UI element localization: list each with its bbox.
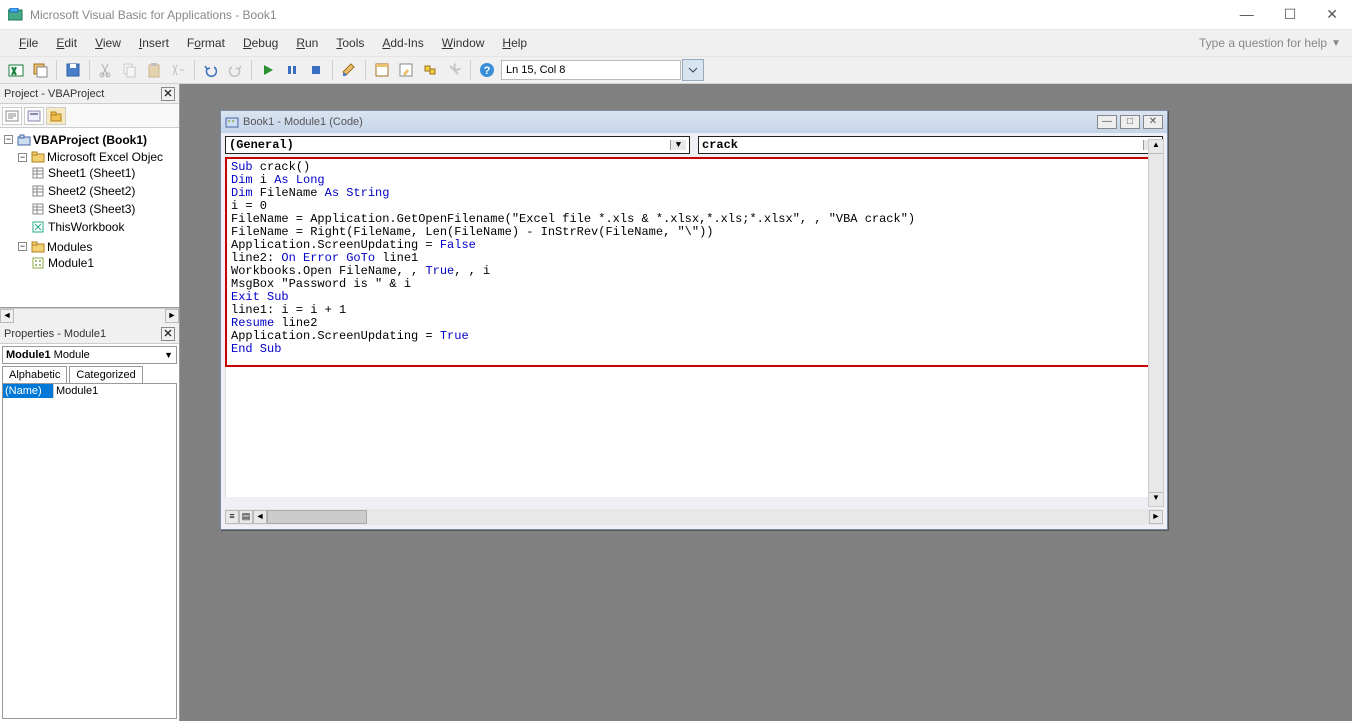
code-window-minimize-icon[interactable]: —	[1097, 115, 1117, 129]
project-pane-close-icon[interactable]: ✕	[161, 87, 175, 101]
tree-sheet1[interactable]: Sheet1 (Sheet1)	[48, 165, 135, 181]
procedure-dropdown[interactable]: crack▼	[698, 136, 1163, 154]
object-dropdown[interactable]: (General)▼	[225, 136, 690, 154]
code-window: Book1 - Module1 (Code) — □ ✕ (General)▼ …	[220, 110, 1168, 530]
standard-toolbar: ? Ln 15, Col 8	[0, 56, 1352, 84]
property-row-name: (Name) Module1	[3, 384, 176, 398]
menu-insert[interactable]: Insert	[130, 33, 178, 53]
project-explorer-icon[interactable]	[371, 59, 393, 81]
help-icon[interactable]: ?	[476, 59, 498, 81]
tree-collapse-icon[interactable]: −	[18, 242, 27, 251]
menu-bar: File Edit View Insert Format Debug Run T…	[0, 30, 1352, 56]
object-browser-icon[interactable]	[419, 59, 441, 81]
view-excel-icon[interactable]	[5, 59, 27, 81]
menu-help[interactable]: Help	[493, 33, 536, 53]
properties-tab-categorized[interactable]: Categorized	[69, 366, 142, 383]
properties-pane: Module1 Module▼ /* fix bold on Module1 o…	[0, 344, 179, 721]
paste-icon[interactable]	[143, 59, 165, 81]
property-name-key: (Name)	[3, 384, 53, 398]
toolbox-icon[interactable]	[443, 59, 465, 81]
tree-sheet3[interactable]: Sheet3 (Sheet3)	[48, 201, 135, 217]
project-pane-title: Project - VBAProject	[4, 88, 104, 100]
left-docked-panes: Project - VBAProject ✕ −VBAProject (Book…	[0, 84, 180, 721]
mdi-client-area: Book1 - Module1 (Code) — □ ✕ (General)▼ …	[180, 84, 1352, 721]
project-root[interactable]: VBAProject (Book1)	[33, 132, 147, 148]
properties-pane-header: Properties - Module1 ✕	[0, 324, 179, 344]
close-button[interactable]: ✕	[1320, 4, 1344, 25]
save-icon[interactable]	[62, 59, 84, 81]
excel-objects-folder[interactable]: Microsoft Excel Objec	[47, 149, 163, 165]
menu-file[interactable]: File	[10, 33, 47, 53]
sheet-icon	[32, 167, 46, 179]
menu-view[interactable]: View	[86, 33, 130, 53]
view-code-icon[interactable]	[2, 107, 22, 125]
code-hscrollbar[interactable]: ≡ ▤ ◄►	[225, 509, 1163, 525]
properties-tab-alphabetic[interactable]: Alphabetic	[2, 366, 67, 383]
properties-pane-title: Properties - Module1	[4, 328, 106, 340]
menu-window[interactable]: Window	[433, 33, 494, 53]
folder-icon	[31, 151, 45, 163]
property-name-value[interactable]: Module1	[53, 384, 176, 398]
position-dropdown-icon[interactable]	[682, 59, 704, 81]
code-window-maximize-icon[interactable]: □	[1120, 115, 1140, 129]
reset-icon[interactable]	[305, 59, 327, 81]
redo-icon[interactable]	[224, 59, 246, 81]
code-window-title: Book1 - Module1 (Code)	[243, 116, 363, 128]
sheet-icon	[32, 203, 46, 215]
window-title: Microsoft Visual Basic for Applications …	[30, 8, 1234, 22]
folder-icon	[31, 241, 45, 253]
tree-thisworkbook[interactable]: ThisWorkbook	[48, 219, 124, 235]
menu-debug[interactable]: Debug	[234, 33, 287, 53]
menu-tools[interactable]: Tools	[327, 33, 373, 53]
code-window-close-icon[interactable]: ✕	[1143, 115, 1163, 129]
view-procedure-icon[interactable]: ≡	[225, 510, 239, 524]
tree-sheet2[interactable]: Sheet2 (Sheet2)	[48, 183, 135, 199]
minimize-button[interactable]: —	[1234, 4, 1260, 25]
insert-userform-icon[interactable]	[29, 59, 51, 81]
project-tree-hscroll[interactable]: ◄►	[0, 308, 179, 324]
break-icon[interactable]	[281, 59, 303, 81]
app-icon	[8, 8, 24, 22]
toggle-folders-icon[interactable]	[46, 107, 66, 125]
code-editor-empty-area[interactable]	[225, 367, 1163, 497]
undo-icon[interactable]	[200, 59, 222, 81]
view-object-icon[interactable]	[24, 107, 44, 125]
cut-icon[interactable]	[95, 59, 117, 81]
copy-icon[interactable]	[119, 59, 141, 81]
vba-project-icon	[17, 134, 31, 146]
run-icon[interactable]	[257, 59, 279, 81]
svg-text:?: ?	[484, 65, 491, 77]
tree-collapse-icon[interactable]: −	[18, 153, 27, 162]
properties-window-icon[interactable]	[395, 59, 417, 81]
find-icon[interactable]	[167, 59, 189, 81]
code-window-icon	[225, 115, 239, 129]
project-pane-header: Project - VBAProject ✕	[0, 84, 179, 104]
workbook-icon	[32, 221, 46, 233]
sheet-icon	[32, 185, 46, 197]
tree-module1[interactable]: Module1	[48, 255, 94, 271]
menu-run[interactable]: Run	[287, 33, 327, 53]
properties-pane-close-icon[interactable]: ✕	[161, 327, 175, 341]
maximize-button[interactable]: ☐	[1278, 4, 1303, 25]
menu-edit[interactable]: Edit	[47, 33, 86, 53]
title-bar: Microsoft Visual Basic for Applications …	[0, 0, 1352, 30]
view-full-module-icon[interactable]: ▤	[239, 510, 253, 524]
code-editor[interactable]: Sub crack() Dim i As Long Dim FileName A…	[225, 157, 1163, 367]
properties-grid[interactable]: (Name) Module1	[2, 383, 177, 719]
modules-folder[interactable]: Modules	[47, 239, 92, 255]
menu-addins[interactable]: Add-Ins	[373, 33, 432, 53]
position-indicator: Ln 15, Col 8	[501, 60, 681, 80]
help-search-box[interactable]: Type a question for help▼	[1192, 33, 1348, 53]
tree-collapse-icon[interactable]: −	[4, 135, 13, 144]
code-vscrollbar[interactable]: ▲▼	[1148, 139, 1164, 507]
design-mode-icon[interactable]	[338, 59, 360, 81]
properties-object-selector[interactable]: Module1 Module▼	[2, 346, 177, 364]
project-tree[interactable]: −VBAProject (Book1) −Microsoft Excel Obj…	[0, 128, 179, 308]
project-pane-toolbar	[0, 104, 179, 128]
code-window-titlebar[interactable]: Book1 - Module1 (Code) — □ ✕	[221, 111, 1167, 133]
menu-format[interactable]: Format	[178, 33, 234, 53]
module-icon	[32, 257, 46, 269]
